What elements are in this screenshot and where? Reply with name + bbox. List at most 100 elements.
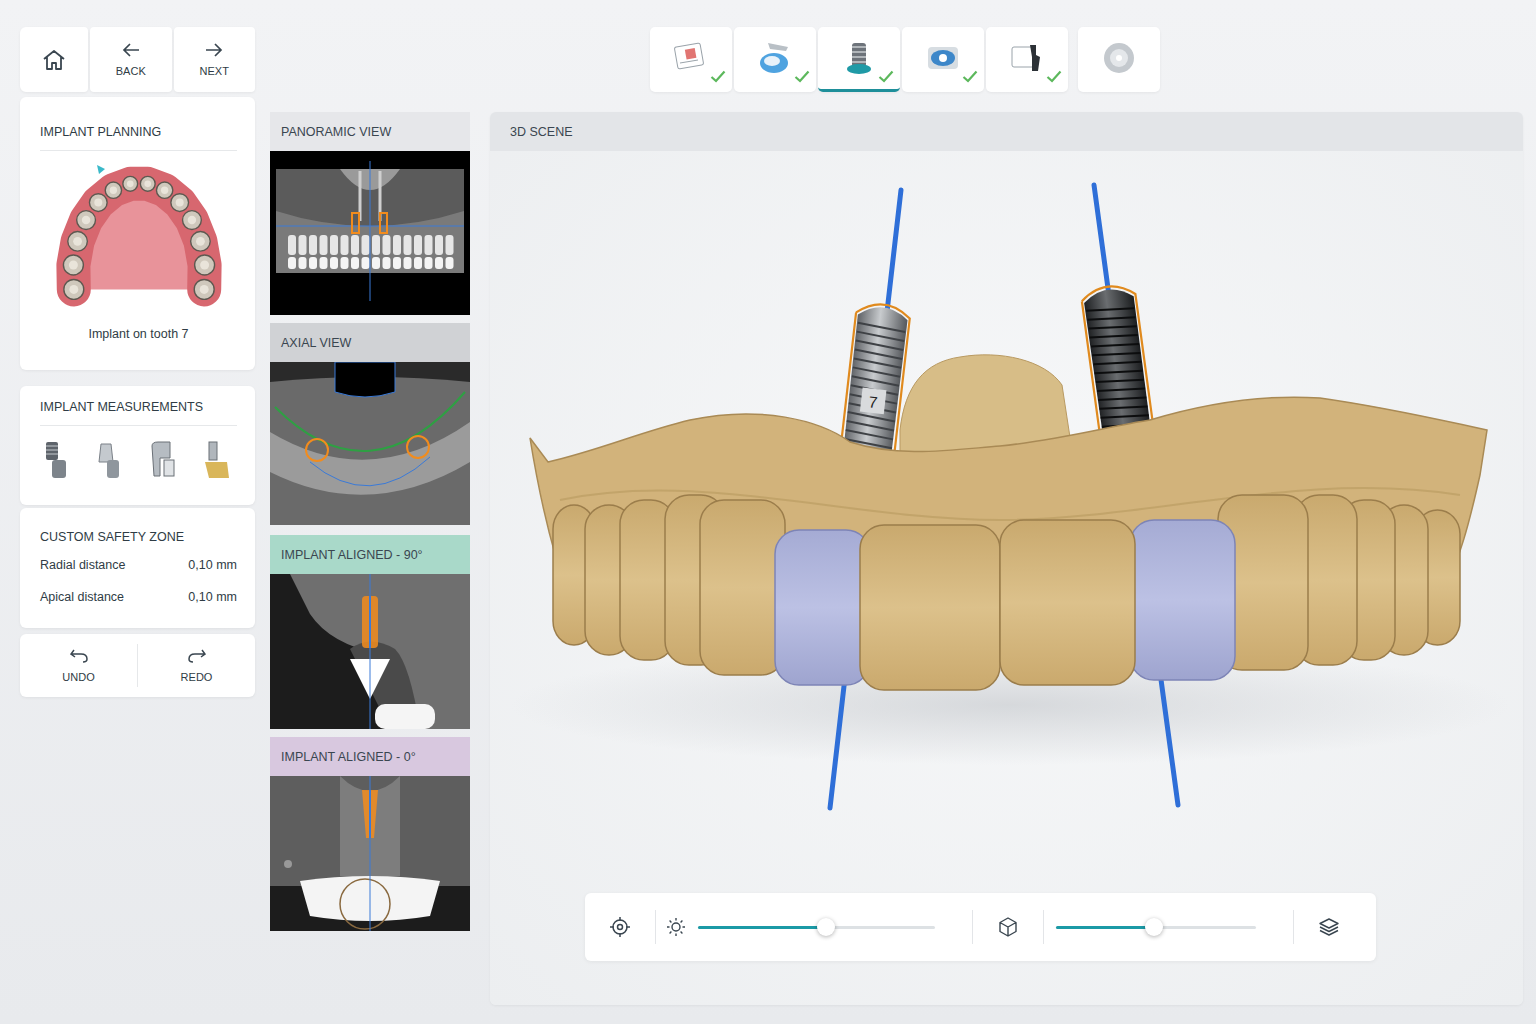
workflow-step[interactable] xyxy=(902,27,984,92)
ct-image[interactable] xyxy=(270,574,470,729)
slice-view: IMPLANT ALIGNED - 0° xyxy=(270,737,470,931)
tooth[interactable] xyxy=(1000,520,1135,685)
back-button[interactable]: BACK xyxy=(90,27,172,92)
undo-label: UNDO xyxy=(62,671,94,683)
redo-button[interactable]: REDO xyxy=(138,634,255,697)
safety-zone-card: CUSTOM SAFETY ZONE Radial distance 0,10 … xyxy=(20,508,255,628)
implant-abutment-icon[interactable] xyxy=(40,438,74,482)
crown-icon[interactable] xyxy=(199,438,233,482)
aligned-90-ct-image xyxy=(270,574,470,729)
next-label: NEXT xyxy=(200,65,229,77)
layers-icon xyxy=(1318,916,1340,938)
tooth[interactable] xyxy=(775,530,870,685)
3d-model-viewport[interactable]: 7 xyxy=(490,151,1523,893)
scan-body-icon[interactable] xyxy=(146,438,180,482)
undo-icon xyxy=(69,648,89,664)
axial-ct-image xyxy=(270,362,470,525)
panoramic-ct-image xyxy=(270,151,470,315)
safety-row[interactable]: Radial distance 0,10 mm xyxy=(40,558,237,590)
implant-tag xyxy=(860,388,887,415)
next-button[interactable]: NEXT xyxy=(174,27,256,92)
check-icon xyxy=(794,70,810,83)
brightness-slider[interactable] xyxy=(698,926,935,929)
abutment-icon[interactable] xyxy=(93,438,127,482)
tooth[interactable] xyxy=(700,500,785,675)
workspace: IMPLANT PLANNING Implant on tooth 7 IMPL… xyxy=(20,97,1523,1005)
safety-row[interactable]: Apical distance 0,10 mm xyxy=(40,590,237,622)
check-icon xyxy=(878,70,894,83)
step-icon xyxy=(920,37,966,79)
opacity-slider[interactable] xyxy=(1056,926,1256,929)
back-label: BACK xyxy=(116,65,146,77)
slice-view: AXIAL VIEW xyxy=(270,323,470,525)
home-button[interactable] xyxy=(20,27,88,92)
workflow-step[interactable] xyxy=(1078,27,1160,92)
slice-views: PANORAMIC VIEW AXIAL VIEW IMPLANT ALIGNE… xyxy=(270,112,470,1005)
view-title: PANORAMIC VIEW xyxy=(281,125,391,139)
view-header: AXIAL VIEW xyxy=(270,323,470,362)
view-title: AXIAL VIEW xyxy=(281,336,351,350)
check-icon xyxy=(1046,70,1062,83)
3d-scene-panel: 3D SCENE 7 xyxy=(490,112,1523,1005)
ct-image[interactable] xyxy=(270,151,470,315)
measurement-tools xyxy=(40,426,237,492)
layers-button[interactable] xyxy=(1294,893,1364,961)
ct-image[interactable] xyxy=(270,776,470,931)
slider-thumb[interactable] xyxy=(1145,918,1163,936)
workflow-step[interactable] xyxy=(734,27,816,92)
target-icon xyxy=(609,916,631,938)
safety-zone-title: CUSTOM SAFETY ZONE xyxy=(40,530,237,558)
ct-image[interactable] xyxy=(270,362,470,525)
app-window: BACK NEXT IMPLANT PLANNING Implant on to… xyxy=(0,0,1536,1024)
history-card: UNDO REDO xyxy=(20,634,255,697)
check-icon xyxy=(962,70,978,83)
view-title: IMPLANT ALIGNED - 90° xyxy=(281,548,423,562)
check-icon xyxy=(710,70,726,83)
planning-caption: Implant on tooth 7 xyxy=(40,327,237,341)
aligned-0-ct-image xyxy=(270,776,470,931)
view-cube-button[interactable] xyxy=(973,893,1043,961)
redo-label: REDO xyxy=(181,671,213,683)
implant-label: 7 xyxy=(868,393,879,411)
home-icon xyxy=(41,48,67,72)
view-header: PANORAMIC VIEW xyxy=(270,112,470,151)
step-icon xyxy=(752,37,798,79)
3d-scene-body: 7 xyxy=(490,151,1523,1005)
arrow-right-icon xyxy=(204,42,224,58)
toolbar-divider xyxy=(1043,910,1044,944)
step-icon xyxy=(668,37,714,79)
navigation: BACK NEXT xyxy=(20,27,255,92)
slider-fill xyxy=(698,926,826,929)
slice-view: PANORAMIC VIEW xyxy=(270,112,470,315)
safety-value: 0,10 mm xyxy=(188,558,237,572)
cube-icon xyxy=(997,916,1019,938)
brightness-icon xyxy=(666,917,686,937)
safety-value: 0,10 mm xyxy=(188,590,237,604)
center-view-button[interactable] xyxy=(585,893,655,961)
slice-view: IMPLANT ALIGNED - 90° xyxy=(270,535,470,729)
workflow-step[interactable] xyxy=(650,27,732,92)
view-title: IMPLANT ALIGNED - 0° xyxy=(281,750,416,764)
undo-button[interactable]: UNDO xyxy=(20,634,137,697)
dental-arch-icon[interactable] xyxy=(49,161,229,311)
left-sidebar: IMPLANT PLANNING Implant on tooth 7 IMPL… xyxy=(20,97,255,1005)
3d-scene-title: 3D SCENE xyxy=(510,125,573,139)
implant-measurements-title: IMPLANT MEASUREMENTS xyxy=(40,400,237,426)
implant-planning-card: IMPLANT PLANNING Implant on tooth 7 xyxy=(20,97,255,370)
workflow-step[interactable] xyxy=(818,27,900,92)
redo-icon xyxy=(187,648,207,664)
implant-measurements-card: IMPLANT MEASUREMENTS xyxy=(20,386,255,505)
view-header: IMPLANT ALIGNED - 90° xyxy=(270,535,470,574)
toolbar-divider xyxy=(655,910,656,944)
implant[interactable]: 7 xyxy=(839,301,911,465)
slider-fill xyxy=(1056,926,1154,929)
tooth[interactable] xyxy=(1130,520,1235,680)
safety-label: Apical distance xyxy=(40,590,124,604)
3d-scene-header: 3D SCENE xyxy=(490,112,1523,151)
slider-thumb[interactable] xyxy=(817,918,835,936)
top-bar: BACK NEXT xyxy=(20,27,1523,92)
arrow-left-icon xyxy=(121,42,141,58)
step-icon xyxy=(1096,37,1142,79)
workflow-step[interactable] xyxy=(986,27,1068,92)
tooth[interactable] xyxy=(860,525,1000,690)
